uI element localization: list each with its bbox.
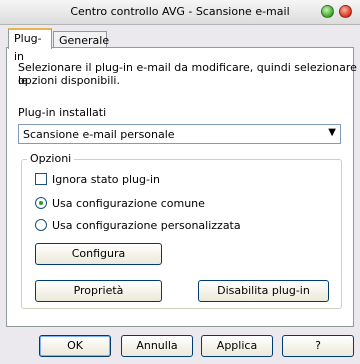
installed-plugins-value: Scansione e-mail personale (23, 128, 175, 141)
description-line-2: opzioni disponibili. (18, 74, 120, 87)
tab-plug-in[interactable]: Plug-in (8, 28, 52, 63)
dropdown-arrow-icon[interactable]: ▼ (328, 127, 336, 138)
properties-button[interactable]: Proprietà (35, 280, 162, 302)
cancel-button[interactable]: Annulla (121, 335, 193, 357)
help-button[interactable]: ? (282, 335, 354, 357)
options-legend: Opzioni (27, 152, 75, 165)
configure-button[interactable]: Configura (35, 243, 162, 265)
apply-button[interactable]: Applica (201, 335, 273, 357)
installed-plugins-dropdown[interactable]: Scansione e-mail personale ▼ (18, 124, 341, 144)
radio-selected-dot (39, 201, 43, 205)
title-bar: Centro controllo AVG - Scansione e-mail (0, 0, 360, 25)
window-title: Centro controllo AVG - Scansione e-mail (70, 5, 290, 18)
maximize-icon[interactable] (321, 5, 334, 18)
disable-plugin-button[interactable]: Disabilita plug-in (198, 280, 329, 302)
ok-button[interactable]: OK (39, 335, 111, 357)
installed-plugins-label: Plug-in installati (18, 106, 107, 119)
ignore-state-checkbox[interactable] (35, 173, 47, 185)
ignore-state-label[interactable]: Ignora stato plug-in (52, 173, 160, 186)
radio-common-config[interactable] (35, 197, 47, 209)
radio-common-config-label[interactable]: Usa configurazione comune (52, 197, 205, 210)
close-icon[interactable] (339, 5, 352, 18)
radio-custom-config[interactable] (35, 219, 47, 231)
radio-custom-config-label[interactable]: Usa configurazione personalizzata (52, 219, 241, 232)
